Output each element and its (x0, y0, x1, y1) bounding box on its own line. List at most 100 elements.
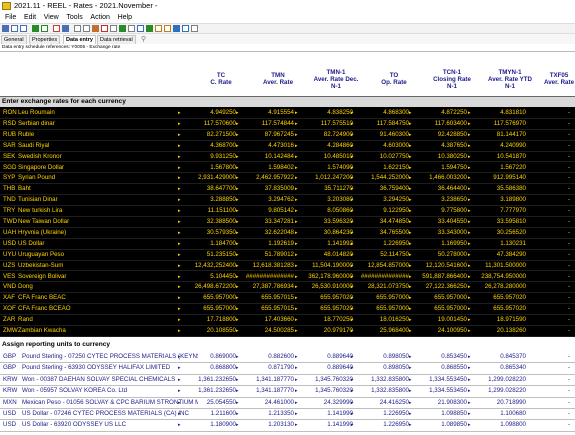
menu-view[interactable]: View (43, 12, 60, 23)
menu-file[interactable]: File (4, 12, 17, 23)
unit-rate-cell-tmn1[interactable]: 0.889640 (301, 363, 353, 373)
unit-rate-cell-tc[interactable]: 1.180900 (184, 420, 236, 430)
row-arrow-icon[interactable]: ▸ (468, 409, 471, 419)
unit-rate-cell-tcn1[interactable]: 0.853450 (415, 352, 467, 362)
unit-rate-cell-tcn1[interactable]: 1.098850 (415, 409, 467, 419)
unit-rate-cell-tmn1[interactable]: 24.329990 (301, 398, 353, 408)
row-arrow-icon[interactable]: ▸ (409, 420, 412, 430)
tab-data-entry[interactable]: Data entry (63, 35, 96, 44)
unit-rate-cell-tmn1[interactable]: 1.141990 (301, 420, 353, 430)
row-arrow-icon[interactable]: ▸ (295, 375, 298, 385)
row-arrow-icon[interactable]: ▸ (351, 352, 354, 362)
unit-rate-cell-tmn1[interactable]: 0.889640 (301, 352, 353, 362)
row-arrow-icon[interactable]: ▸ (178, 375, 181, 385)
row-arrow-icon[interactable]: ▸ (351, 375, 354, 385)
row-arrow-icon[interactable]: ▸ (295, 409, 298, 419)
row-arrow-icon[interactable]: ▸ (468, 363, 471, 373)
row-arrow-icon[interactable]: ▸ (236, 398, 239, 408)
row-arrow-icon[interactable]: ▸ (295, 420, 298, 430)
unit-rate-cell-tmn[interactable]: 1,341.187770 (242, 375, 294, 385)
unit-rate-cell-tc[interactable]: 0.868800 (184, 363, 236, 373)
unit-rate-cell-tmn[interactable]: 0.882600 (242, 352, 294, 362)
unit-rate-cell-tmyn1[interactable]: 0.865340 (474, 363, 526, 373)
unit-rate-cell-tmn1[interactable]: 1,345.760320 (301, 386, 353, 396)
unit-rate-cell-tmyn1[interactable]: 1.098800 (474, 420, 526, 430)
row-arrow-icon[interactable]: ▸ (295, 398, 298, 408)
row-arrow-icon[interactable]: ▸ (236, 375, 239, 385)
unit-rate-cell-tmn[interactable]: 1,341.187770 (242, 386, 294, 396)
unit-rate-cell-tc[interactable]: 1,361.232650 (184, 375, 236, 385)
row-arrow-icon[interactable]: ▸ (236, 386, 239, 396)
forward-icon[interactable] (41, 25, 48, 32)
row-arrow-icon[interactable]: ▸ (178, 420, 181, 430)
row-arrow-icon[interactable]: ▸ (236, 409, 239, 419)
unit-rate-cell-to[interactable]: 1.226950 (357, 409, 409, 419)
unit-rate-cell-tmn1[interactable]: 1.141990 (301, 409, 353, 419)
row-arrow-icon[interactable]: ▸ (468, 352, 471, 362)
unit-rate-cell-txf05[interactable]: - (558, 386, 570, 396)
row-arrow-icon[interactable]: ▸ (351, 363, 354, 373)
unit-rate-cell-tcn1[interactable]: 1,334.553450 (415, 386, 467, 396)
unit-rate-cell-tmn[interactable]: 1.213350 (242, 409, 294, 419)
pin-icon[interactable]: ⚲ (141, 35, 146, 43)
unit-rate-cell-tmn[interactable]: 1.203130 (242, 420, 294, 430)
row-arrow-icon[interactable]: ▸ (236, 352, 239, 362)
grid-icon[interactable] (182, 25, 189, 32)
tab-properties[interactable]: Properties (29, 35, 61, 44)
unit-rate-cell-tmyn1[interactable]: 20.718990 (474, 398, 526, 408)
row-arrow-icon[interactable]: ▸ (178, 398, 181, 408)
import-icon[interactable] (164, 25, 171, 32)
unit-rate-cell-txf05[interactable]: - (558, 363, 570, 373)
row-arrow-icon[interactable]: ▸ (468, 375, 471, 385)
menu-help[interactable]: Help (117, 12, 133, 23)
copy-icon[interactable] (83, 25, 90, 32)
unit-rate-cell-txf05[interactable]: - (558, 398, 570, 408)
help-icon[interactable] (62, 25, 69, 32)
unit-rate-cell-tcn1[interactable]: 0.868550 (415, 363, 467, 373)
row-arrow-icon[interactable]: ▸ (178, 363, 181, 373)
sort-icon[interactable] (137, 25, 144, 32)
report-icon[interactable] (191, 25, 198, 32)
row-arrow-icon[interactable]: ▸ (409, 398, 412, 408)
unit-rate-cell-tc[interactable]: 25.054550 (184, 398, 236, 408)
unit-rate-cell-to[interactable]: 1,332.835800 (357, 386, 409, 396)
back-icon[interactable] (32, 25, 39, 32)
row-arrow-icon[interactable]: ▸ (351, 420, 354, 430)
row-arrow-icon[interactable]: ▸ (178, 386, 181, 396)
filter-icon[interactable] (128, 25, 135, 32)
row-arrow-icon[interactable]: ▸ (409, 352, 412, 362)
unit-rate-cell-tmyn1[interactable]: 0.845370 (474, 352, 526, 362)
refresh-icon[interactable] (110, 25, 117, 32)
print-icon[interactable] (20, 25, 27, 32)
unit-rate-cell-tc[interactable]: 1,361.232650 (184, 386, 236, 396)
unit-rate-cell-txf05[interactable]: - (558, 375, 570, 385)
save-icon[interactable] (11, 25, 18, 32)
row-arrow-icon[interactable]: ▸ (236, 420, 239, 430)
row-arrow-icon[interactable]: ▸ (236, 363, 239, 373)
unit-rate-cell-tcn1[interactable]: 21.908300 (415, 398, 467, 408)
row-arrow-icon[interactable]: ▸ (178, 352, 181, 362)
row-arrow-icon[interactable]: ▸ (409, 386, 412, 396)
delete-icon[interactable] (53, 25, 60, 32)
row-arrow-icon[interactable]: ▸ (351, 398, 354, 408)
close-icon[interactable] (101, 25, 108, 32)
row-arrow-icon[interactable]: ▸ (409, 409, 412, 419)
unit-rate-cell-tc[interactable]: 0.869000 (184, 352, 236, 362)
settings-icon[interactable] (119, 25, 126, 32)
unit-rate-cell-tmn[interactable]: 24.461000 (242, 398, 294, 408)
row-arrow-icon[interactable]: ▸ (295, 352, 298, 362)
unit-rate-cell-txf05[interactable]: - (558, 409, 570, 419)
unit-rate-cell-to[interactable]: 0.898050 (357, 352, 409, 362)
menu-edit[interactable]: Edit (23, 12, 37, 23)
row-arrow-icon[interactable]: ▸ (178, 409, 181, 419)
export-icon[interactable] (155, 25, 162, 32)
row-arrow-icon[interactable]: ▸ (351, 409, 354, 419)
row-arrow-icon[interactable]: ▸ (468, 420, 471, 430)
unit-rate-cell-to[interactable]: 24.416250 (357, 398, 409, 408)
unit-rate-cell-tmn[interactable]: 0.871790 (242, 363, 294, 373)
unit-rate-cell-txf05[interactable]: - (558, 420, 570, 430)
menu-tools[interactable]: Tools (65, 12, 83, 23)
row-arrow-icon[interactable]: ▸ (468, 386, 471, 396)
row-arrow-icon[interactable]: ▸ (295, 363, 298, 373)
unit-rate-cell-tcn1[interactable]: 1.089850 (415, 420, 467, 430)
